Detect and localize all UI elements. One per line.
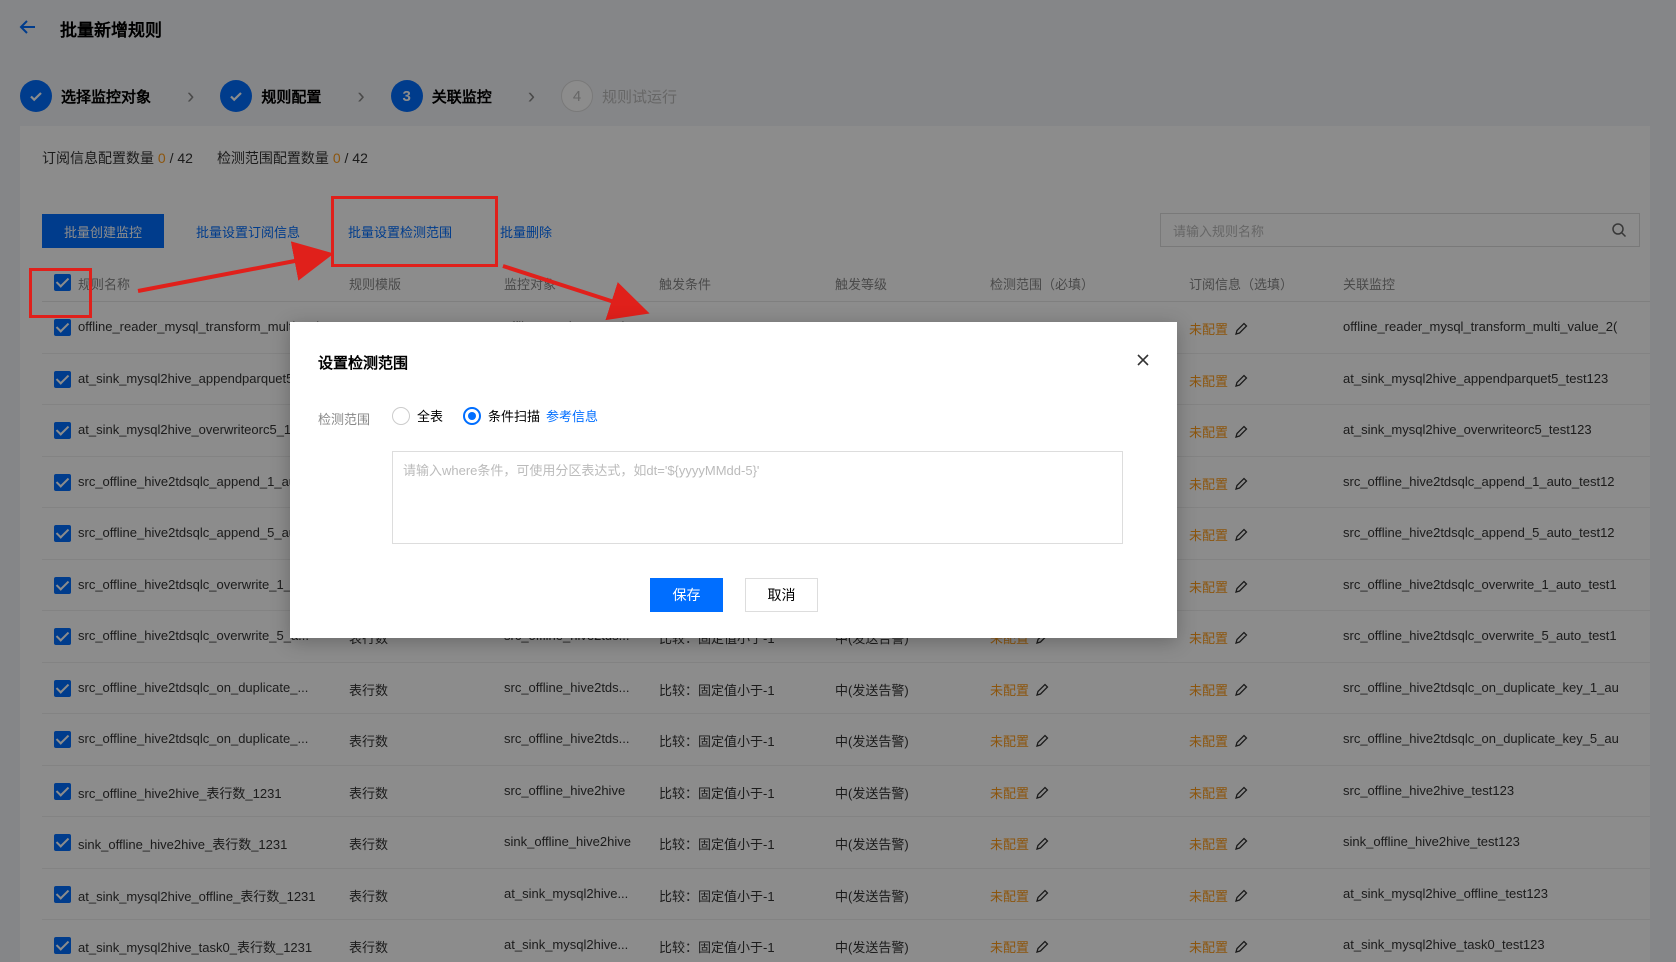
- close-icon[interactable]: [1135, 352, 1151, 368]
- annotation-box-select-all: [29, 268, 92, 318]
- set-scope-dialog: 设置检测范围 检测范围 全表 条件扫描 参考信息 保存 取消: [290, 322, 1177, 638]
- reference-info-link[interactable]: 参考信息: [546, 406, 598, 425]
- scope-radio-group: 全表 条件扫描 参考信息: [392, 406, 598, 425]
- radio-condition-scan-label[interactable]: 条件扫描: [488, 406, 540, 425]
- where-condition-input[interactable]: [392, 451, 1123, 544]
- scope-field-label: 检测范围: [318, 412, 371, 427]
- radio-condition-scan[interactable]: [463, 406, 482, 425]
- radio-full-table[interactable]: [392, 406, 410, 425]
- radio-full-table-label[interactable]: 全表: [417, 406, 443, 425]
- cancel-button[interactable]: 取消: [745, 578, 818, 612]
- annotation-box-set-scope: [331, 196, 498, 267]
- save-button[interactable]: 保存: [650, 578, 723, 612]
- dialog-title: 设置检测范围: [318, 355, 409, 372]
